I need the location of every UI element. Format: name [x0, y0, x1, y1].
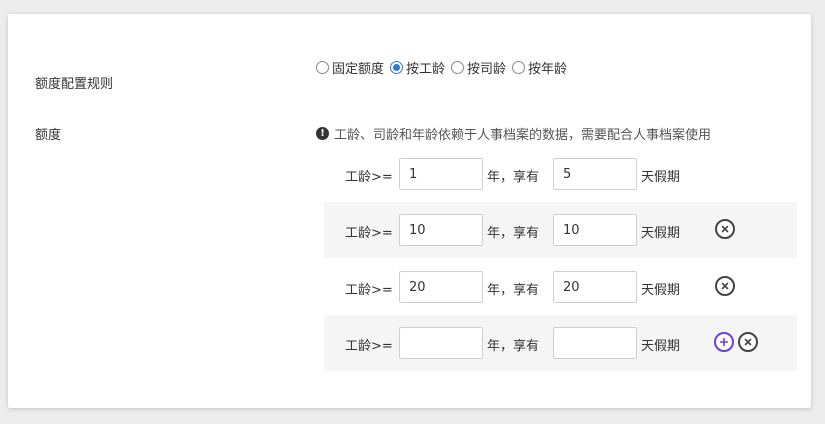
- radio-by-age[interactable]: 按年龄: [512, 58, 567, 77]
- radio-circle[interactable]: [451, 60, 465, 74]
- row-prefix: 工龄>=: [345, 170, 393, 185]
- days-input[interactable]: [553, 327, 637, 359]
- radio-label: 固定额度: [332, 61, 385, 77]
- radio-label: 按年龄: [528, 61, 568, 77]
- work-years-input[interactable]: [399, 214, 483, 246]
- row-mid: 年，享有: [487, 283, 540, 298]
- row-prefix: 工龄>=: [345, 283, 393, 298]
- close-icon: [744, 338, 752, 346]
- radio-circle[interactable]: [512, 60, 526, 74]
- radio-label: 按司龄: [467, 61, 507, 77]
- notice-text: ! 工龄、司龄和年龄依赖于人事档案的数据，需要配合人事档案使用: [316, 124, 711, 143]
- rule-label: 额度配置规则: [35, 77, 114, 92]
- radio-circle-checked[interactable]: [390, 60, 404, 74]
- row-suffix: 天假期: [641, 226, 681, 241]
- add-row-button[interactable]: [714, 332, 734, 352]
- info-icon: !: [316, 127, 329, 140]
- radio-circle[interactable]: [316, 60, 329, 74]
- notice-message: 工龄、司龄和年龄依赖于人事档案的数据，需要配合人事档案使用: [334, 128, 712, 143]
- work-years-input[interactable]: [399, 327, 483, 359]
- row-suffix: 天假期: [641, 170, 681, 185]
- leave-quota-panel: 额度配置规则 固定额度 按工龄 按司龄 按年龄 额度 ! 工龄、司龄和年龄依赖于…: [8, 14, 811, 408]
- remove-row-button[interactable]: [715, 219, 735, 239]
- row-mid: 年，享有: [487, 170, 540, 185]
- radio-by-work-years[interactable]: 按工龄: [390, 58, 445, 77]
- row-prefix: 工龄>=: [345, 226, 393, 241]
- days-input[interactable]: [553, 271, 637, 303]
- remove-row-button[interactable]: [738, 332, 758, 352]
- row-mid: 年，享有: [487, 226, 540, 241]
- quota-row-2: 工龄>= 年，享有 天假期: [324, 202, 797, 258]
- work-years-input[interactable]: [399, 158, 483, 190]
- radio-label: 按工龄: [406, 61, 446, 77]
- remove-row-button[interactable]: [715, 276, 735, 296]
- quota-row-1: 工龄>= 年，享有 天假期: [324, 146, 797, 202]
- plus-icon: [719, 337, 729, 347]
- row-suffix: 天假期: [641, 339, 681, 354]
- work-years-input[interactable]: [399, 271, 483, 303]
- quota-rule-radio-group: 固定额度 按工龄 按司龄 按年龄: [316, 57, 573, 77]
- row-mid: 年，享有: [487, 339, 540, 354]
- row-suffix: 天假期: [641, 283, 681, 298]
- days-input[interactable]: [553, 214, 637, 246]
- days-input[interactable]: [553, 158, 637, 190]
- quota-row-3: 工龄>= 年，享有 天假期: [324, 259, 797, 315]
- close-icon: [721, 225, 729, 233]
- quota-row-4: 工龄>= 年，享有 天假期: [324, 315, 797, 371]
- radio-fixed-quota[interactable]: 固定额度: [316, 58, 384, 77]
- quota-label: 额度: [35, 128, 62, 143]
- close-icon: [721, 282, 729, 290]
- radio-by-company-years[interactable]: 按司龄: [451, 58, 506, 77]
- row-prefix: 工龄>=: [345, 339, 393, 354]
